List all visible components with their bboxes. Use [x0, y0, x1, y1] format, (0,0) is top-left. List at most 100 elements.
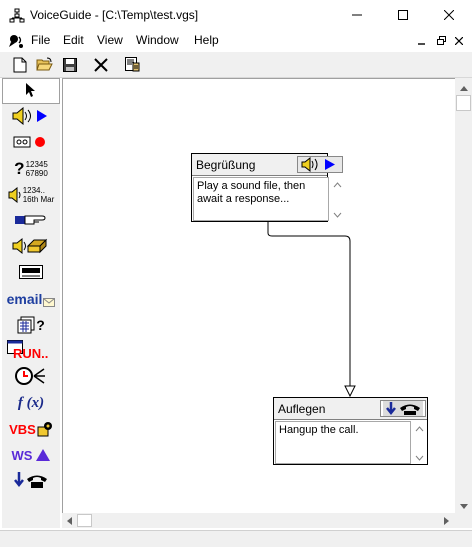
scroll-left-button[interactable] — [62, 513, 77, 528]
node-scrollbar[interactable] — [412, 421, 427, 464]
toolbar — [0, 51, 472, 78]
flow-canvas[interactable]: Begrüßung Play a sound file, then await … — [62, 78, 455, 513]
tool-run-program[interactable]: RUN.. — [2, 338, 60, 364]
open-folder-icon — [35, 57, 53, 75]
maximize-icon — [398, 9, 408, 23]
new-file-icon — [13, 57, 27, 76]
scroll-right-button[interactable] — [438, 513, 455, 528]
tool-time-switch[interactable] — [2, 364, 60, 390]
node-title: Begrüßung — [196, 158, 256, 172]
ws-label: WS — [11, 447, 33, 463]
tool-transfer-call[interactable] — [2, 208, 60, 234]
menu-window[interactable]: Window — [136, 33, 179, 47]
mdi-close-icon — [454, 34, 464, 48]
voiceguide-speaker-icon[interactable] — [8, 33, 24, 52]
scroll-down-button[interactable] — [455, 496, 472, 513]
node-description: Play a sound file, then await a response… — [193, 177, 329, 221]
chevron-up-icon[interactable] — [415, 421, 424, 435]
scroll-up-button[interactable] — [455, 78, 472, 95]
tool-database-query[interactable]: ? — [2, 312, 60, 338]
flow-node-begrussung[interactable]: Begrüßung Play a sound file, then await … — [191, 153, 345, 222]
node-description-text: Hangup the call. — [279, 424, 359, 436]
maximize-button[interactable] — [380, 0, 426, 31]
tool-palette: ? 12345 67890 1234.. 16th Mar email ? RU… — [2, 78, 60, 528]
menu-view[interactable]: View — [97, 33, 123, 47]
new-file-button[interactable] — [9, 55, 31, 77]
window-title: VoiceGuide - [C:\Temp\test.vgs] — [30, 8, 199, 22]
node-title: Auflegen — [278, 402, 326, 416]
menu-edit[interactable]: Edit — [63, 33, 84, 47]
delete-x-icon — [94, 57, 108, 75]
email-icon: email — [7, 291, 56, 307]
run-program-icon: RUN.. — [7, 340, 55, 362]
scroll-left-arrow-icon — [67, 514, 72, 528]
scroll-down-arrow-icon — [459, 498, 468, 512]
pager-icon — [19, 264, 43, 282]
transfer-call-icon — [14, 212, 48, 231]
tool-voicemail[interactable] — [2, 234, 60, 260]
horizontal-scroll-thumb[interactable] — [77, 514, 92, 527]
evaluate-expression-icon: f (x) — [17, 394, 45, 411]
scrollbar-corner — [455, 513, 472, 528]
tool-say-numbers[interactable]: 1234.. 16th Mar — [2, 182, 60, 208]
tool-email[interactable]: email — [2, 286, 60, 312]
play-sound-node-icon — [297, 156, 343, 173]
tool-evaluate-expression[interactable]: f (x) — [2, 390, 60, 416]
save-icon — [63, 57, 77, 75]
properties-button[interactable] — [121, 55, 143, 77]
horizontal-scrollbar[interactable] — [62, 513, 455, 528]
time-switch-icon — [14, 366, 48, 389]
say-numbers-icon: 1234.. 16th Mar — [8, 186, 54, 204]
delete-button[interactable] — [90, 55, 112, 77]
node-description-text: Play a sound file, then await a response… — [197, 180, 306, 205]
chevron-down-icon[interactable] — [415, 450, 424, 464]
tool-hangup[interactable] — [2, 468, 60, 494]
vertical-scrollbar[interactable] — [455, 78, 472, 513]
tool-pointer[interactable] — [2, 78, 60, 104]
chevron-down-icon[interactable] — [333, 207, 342, 221]
chevron-up-icon[interactable] — [333, 177, 342, 191]
open-button[interactable] — [33, 55, 55, 77]
mdi-minimize-icon — [418, 34, 426, 48]
org-chart-icon — [9, 8, 25, 24]
record-icon — [13, 135, 49, 152]
flow-node-auflegen[interactable]: Auflegen Hangup the call. — [273, 397, 428, 465]
scroll-up-arrow-icon — [459, 80, 468, 94]
mdi-minimize-button[interactable] — [415, 34, 429, 48]
tool-vbs-script[interactable]: VBS — [2, 416, 60, 442]
tool-record[interactable] — [2, 130, 60, 156]
menu-help[interactable]: Help — [194, 33, 219, 47]
hangup-icon — [13, 471, 49, 492]
vbs-script-icon: VBS — [9, 421, 53, 437]
pointer-icon — [25, 82, 37, 101]
tool-pager[interactable] — [2, 260, 60, 286]
node-scrollbar[interactable] — [330, 177, 345, 221]
vertical-scroll-thumb[interactable] — [456, 95, 471, 111]
title-bar[interactable]: VoiceGuide - [C:\Temp\test.vgs] — [0, 0, 472, 31]
node-description: Hangup the call. — [275, 421, 411, 464]
menu-file[interactable]: File — [31, 33, 50, 47]
vbs-label: VBS — [9, 421, 36, 437]
minimize-button[interactable] — [334, 0, 380, 31]
node-header[interactable]: Auflegen — [274, 398, 427, 420]
mdi-restore-button[interactable] — [434, 34, 448, 48]
play-sound-icon — [11, 106, 51, 128]
minimize-icon — [352, 9, 362, 23]
mdi-close-button[interactable] — [452, 34, 466, 48]
close-icon — [443, 9, 455, 23]
email-label: email — [6, 291, 43, 307]
tool-play-sound[interactable] — [2, 104, 60, 130]
hangup-node-icon — [380, 400, 426, 417]
menu-bar: File Edit View Window Help — [0, 31, 472, 51]
close-button[interactable] — [426, 0, 472, 31]
tool-get-numbers[interactable]: ? 12345 67890 — [2, 156, 60, 182]
scroll-right-arrow-icon — [444, 514, 449, 528]
properties-icon — [124, 56, 141, 76]
get-numbers-icon: ? 12345 67890 — [14, 159, 48, 178]
node-header[interactable]: Begrüßung — [192, 154, 343, 176]
database-query-icon: ? — [17, 316, 45, 334]
tool-web-service[interactable]: WS — [2, 442, 60, 468]
save-button[interactable] — [59, 55, 81, 77]
web-service-icon: WS — [12, 448, 51, 463]
mdi-restore-icon — [436, 34, 446, 48]
